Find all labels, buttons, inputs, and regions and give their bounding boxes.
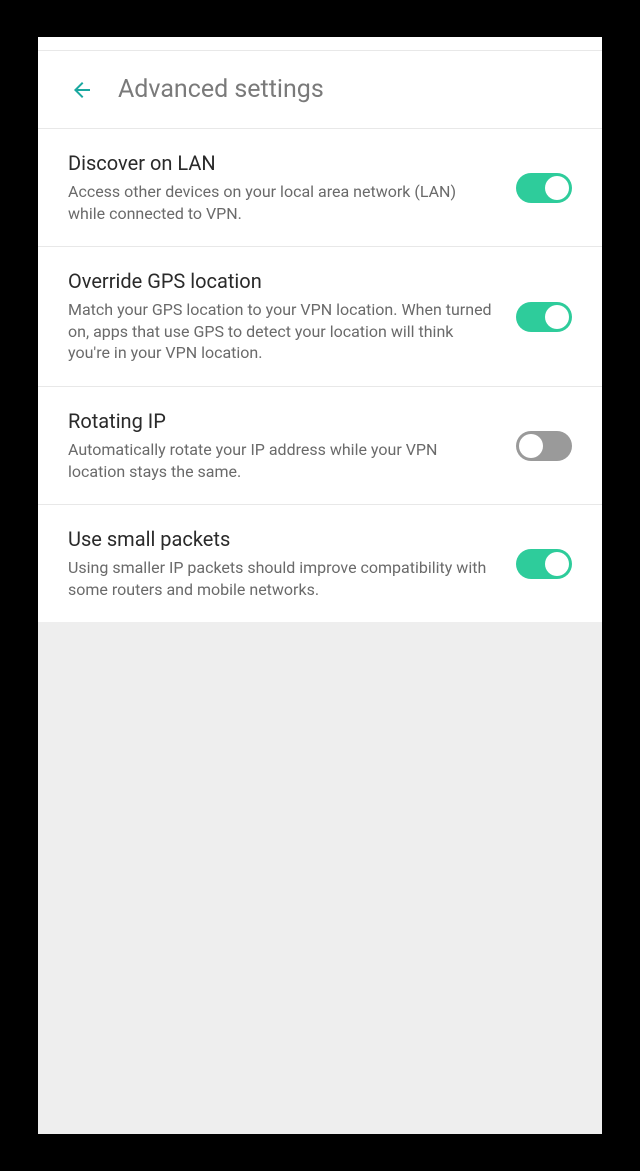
setting-text: Use small packets Using smaller IP packet… <box>68 527 516 600</box>
setting-description: Using smaller IP packets should improve … <box>68 557 496 600</box>
setting-text: Rotating IP Automatically rotate your IP … <box>68 409 516 482</box>
device-frame: Advanced settings Discover on LAN Access … <box>38 37 602 1134</box>
header: Advanced settings <box>38 51 602 129</box>
toggle-knob <box>545 552 569 576</box>
setting-title: Discover on LAN <box>68 151 496 175</box>
toggle-discover-on-lan[interactable] <box>516 173 572 203</box>
toggle-knob <box>519 434 543 458</box>
setting-title: Override GPS location <box>68 269 496 293</box>
setting-text: Override GPS location Match your GPS loca… <box>68 269 516 364</box>
settings-list: Discover on LAN Access other devices on y… <box>38 129 602 622</box>
setting-title: Rotating IP <box>68 409 496 433</box>
setting-description: Automatically rotate your IP address whi… <box>68 439 496 482</box>
arrow-left-icon <box>70 78 94 102</box>
setting-description: Access other devices on your local area … <box>68 181 496 224</box>
setting-title: Use small packets <box>68 527 496 551</box>
back-button[interactable] <box>68 76 96 104</box>
toggle-rotating-ip[interactable] <box>516 431 572 461</box>
status-bar <box>38 37 602 51</box>
page-title: Advanced settings <box>118 75 324 104</box>
setting-item-use-small-packets[interactable]: Use small packets Using smaller IP packet… <box>38 505 602 622</box>
setting-item-override-gps-location[interactable]: Override GPS location Match your GPS loca… <box>38 247 602 387</box>
toggle-use-small-packets[interactable] <box>516 549 572 579</box>
setting-item-rotating-ip[interactable]: Rotating IP Automatically rotate your IP … <box>38 387 602 505</box>
setting-item-discover-on-lan[interactable]: Discover on LAN Access other devices on y… <box>38 129 602 247</box>
toggle-override-gps-location[interactable] <box>516 302 572 332</box>
setting-text: Discover on LAN Access other devices on y… <box>68 151 516 224</box>
toggle-knob <box>545 176 569 200</box>
toggle-knob <box>545 305 569 329</box>
setting-description: Match your GPS location to your VPN loca… <box>68 299 496 364</box>
